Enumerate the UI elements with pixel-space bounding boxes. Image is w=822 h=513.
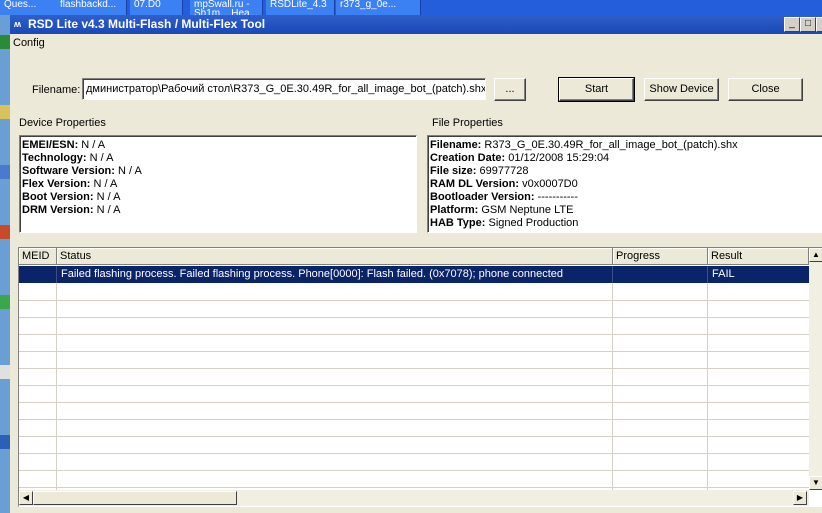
- window-title: RSD Lite v4.3 Multi-Flash / Multi-Flex T…: [28, 17, 266, 31]
- grid-line: [19, 368, 809, 369]
- filename-input[interactable]: дминистратор\Рабочий стол\R373_G_0E.30.4…: [82, 78, 486, 100]
- filename-label: Filename:: [32, 84, 81, 96]
- maximize-button[interactable]: □: [800, 17, 816, 32]
- device-grid[interactable]: MEID Status Progress Result Failed flash…: [18, 247, 822, 507]
- scroll-down-button[interactable]: ▼: [809, 476, 822, 490]
- grid-line: [19, 317, 809, 318]
- file-prop-filename: Filename: R373_G_0E.30.49R_for_all_image…: [430, 139, 738, 151]
- arrow-right-icon: ▶: [796, 493, 804, 502]
- cell-status: Failed flashing process. Failed flashing…: [57, 266, 613, 283]
- grid-line: [19, 300, 809, 301]
- taskbar-button-6[interactable]: r373_g_0e...: [336, 0, 421, 15]
- desktop-icon[interactable]: [0, 35, 10, 49]
- grid-line: [19, 402, 809, 403]
- show-device-button[interactable]: Show Device: [644, 78, 719, 101]
- browse-button[interactable]: ...: [494, 78, 526, 101]
- grid-line: [19, 419, 809, 420]
- vertical-scrollbar[interactable]: ▲ ▼: [809, 248, 822, 490]
- scroll-left-button[interactable]: ◀: [19, 491, 33, 505]
- grid-line: [19, 453, 809, 454]
- desktop-strip: [0, 15, 10, 513]
- file-prop-platform: Platform: GSM Neptune LTE: [430, 204, 574, 216]
- file-properties-title: File Properties: [432, 117, 503, 129]
- file-properties-panel: Filename: R373_G_0E.30.49R_for_all_image…: [427, 135, 822, 233]
- device-prop-flex-version: Flex Version: N / A: [22, 178, 118, 190]
- grid-line: [19, 436, 809, 437]
- device-prop-software-version: Software Version: N / A: [22, 165, 142, 177]
- filename-value: дминистратор\Рабочий стол\R373_G_0E.30.4…: [86, 83, 486, 95]
- taskbar-button-3[interactable]: 07.D0: [130, 0, 183, 15]
- arrow-down-icon: ▼: [812, 478, 820, 487]
- desktop-icon[interactable]: [0, 295, 10, 309]
- device-prop-technology: Technology: N / A: [22, 152, 114, 164]
- column-header-meid[interactable]: MEID: [19, 248, 57, 265]
- close-button[interactable]: Close: [728, 78, 803, 101]
- start-button[interactable]: Start: [558, 77, 635, 102]
- title-bar[interactable]: ʍ RSD Lite v4.3 Multi-Flash / Multi-Flex…: [10, 15, 822, 34]
- horizontal-scroll-thumb[interactable]: [33, 491, 237, 505]
- file-prop-file-size: File size: 69977728: [430, 165, 529, 177]
- arrow-up-icon: ▲: [812, 250, 820, 259]
- file-prop-ram-dl-version: RAM DL Version: v0x0007D0: [430, 178, 578, 190]
- desktop-icon[interactable]: [0, 365, 10, 379]
- grid-line: [19, 487, 809, 488]
- arrow-left-icon: ◀: [22, 493, 30, 502]
- cell-meid: [19, 266, 57, 283]
- minimize-icon: _: [789, 18, 795, 29]
- cell-progress: [613, 266, 708, 283]
- column-header-result[interactable]: Result: [708, 248, 809, 265]
- desktop-icon[interactable]: [0, 105, 10, 119]
- horizontal-scrollbar[interactable]: ◀ ▶: [19, 490, 809, 506]
- rsd-lite-window: ʍ RSD Lite v4.3 Multi-Flash / Multi-Flex…: [10, 15, 822, 513]
- file-prop-bootloader-version: Bootloader Version: -----------: [430, 191, 578, 203]
- close-window-button[interactable]: [816, 17, 822, 32]
- table-row[interactable]: Failed flashing process. Failed flashing…: [19, 266, 809, 283]
- scroll-up-button[interactable]: ▲: [809, 248, 822, 262]
- taskbar-button-1[interactable]: Ques...: [0, 0, 57, 15]
- column-header-progress[interactable]: Progress: [613, 248, 708, 265]
- grid-line: [19, 385, 809, 386]
- taskbar-button-2[interactable]: flashbackd...: [56, 0, 127, 15]
- taskbar-button-4[interactable]: mpSwall.ru - Sh1m... Hea...: [190, 0, 263, 15]
- menu-config[interactable]: Config: [13, 37, 45, 49]
- minimize-button[interactable]: _: [784, 17, 800, 32]
- scroll-right-button[interactable]: ▶: [793, 491, 807, 505]
- desktop-icon[interactable]: [0, 165, 10, 179]
- device-prop-emei: EMEI/ESN: N / A: [22, 139, 106, 151]
- desktop-icon[interactable]: [0, 225, 10, 239]
- device-prop-drm-version: DRM Version: N / A: [22, 204, 121, 216]
- cell-result: FAIL: [712, 268, 735, 280]
- app-icon: ʍ: [14, 19, 22, 29]
- menu-bar: Config: [10, 34, 822, 52]
- column-header-status[interactable]: Status: [57, 248, 613, 265]
- device-properties-title: Device Properties: [19, 117, 106, 129]
- device-prop-boot-version: Boot Version: N / A: [22, 191, 121, 203]
- taskbar: Ques... flashbackd... 07.D0 mpSwall.ru -…: [0, 0, 822, 15]
- grid-line: [19, 470, 809, 471]
- desktop-icon[interactable]: [0, 435, 10, 449]
- grid-line: [19, 351, 809, 352]
- file-prop-creation-date: Creation Date: 01/12/2008 15:29:04: [430, 152, 610, 164]
- taskbar-button-5[interactable]: RSDLite_4.3: [266, 0, 335, 15]
- maximize-icon: □: [804, 18, 812, 29]
- device-properties-panel: EMEI/ESN: N / A Technology: N / A Softwa…: [19, 135, 417, 233]
- file-prop-hab-type: HAB Type: Signed Production: [430, 217, 579, 229]
- grid-line: [19, 334, 809, 335]
